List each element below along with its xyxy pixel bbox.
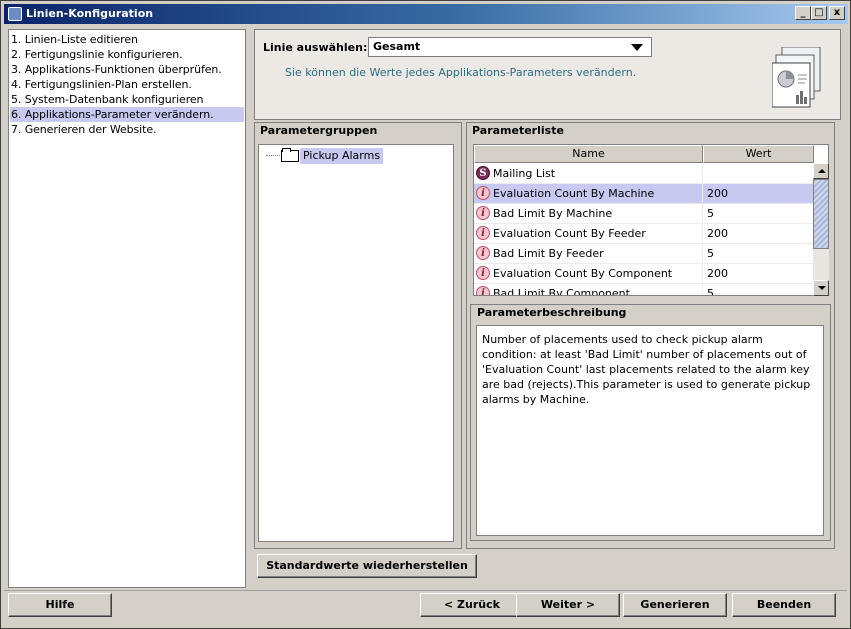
back-button[interactable]: < Zurück (420, 593, 524, 617)
wizard-steps-list: 1. Linien-Liste editieren 2. Fertigungsl… (8, 29, 246, 588)
info-icon: i (476, 226, 490, 240)
table-row[interactable]: i Evaluation Count By Feeder 200 (474, 224, 814, 244)
parameter-groups-tree: Pickup Alarms (258, 144, 454, 542)
table-row[interactable]: i Bad Limit By Component 5 (474, 284, 814, 296)
wizard-window: Linien-Konfiguration _ □ x 1. Linien-Lis… (0, 0, 851, 629)
info-icon: i (476, 186, 490, 200)
arrow-down-icon (818, 286, 826, 290)
next-button[interactable]: Weiter > (516, 593, 620, 617)
parameter-groups-title: Parametergruppen (258, 124, 380, 137)
step-item-5[interactable]: 5. System-Datenbank konfigurieren (10, 92, 244, 107)
parameter-name: Mailing List (493, 167, 556, 180)
minimize-button[interactable]: _ (795, 6, 811, 20)
parameter-name: Bad Limit By Feeder (493, 247, 604, 260)
parameter-value[interactable]: 200 (704, 264, 814, 284)
generate-button[interactable]: Generieren (623, 593, 727, 617)
arrow-up-icon (818, 169, 826, 173)
restore-defaults-button[interactable]: Standardwerte wiederherstellen (257, 554, 477, 578)
tree-node-pickup-alarms[interactable]: Pickup Alarms (300, 148, 384, 164)
app-icon (8, 7, 22, 21)
parameter-value[interactable]: 5 (704, 244, 814, 264)
line-select-value: Gesamt (373, 40, 421, 53)
parameter-value[interactable]: 200 (704, 224, 814, 244)
parameter-name: Evaluation Count By Machine (493, 187, 655, 200)
info-icon: i (476, 246, 490, 260)
parameter-description-text: Number of placements used to check picku… (476, 325, 824, 536)
scroll-up-button[interactable] (813, 163, 829, 179)
table-row[interactable]: S Mailing List (474, 164, 814, 184)
step-item-6[interactable]: 6. Applikations-Parameter verändern. (10, 107, 244, 122)
scroll-down-button[interactable] (813, 280, 829, 296)
settings-icon: S (476, 166, 490, 180)
column-header-name[interactable]: Name (474, 145, 703, 163)
step-item-3[interactable]: 3. Applikations-Funktionen überprüfen. (10, 62, 244, 77)
step-item-4[interactable]: 4. Fertigungslinien-Plan erstellen. (10, 77, 244, 92)
line-select-label: Linie auswählen: (263, 41, 368, 54)
parameter-list-title: Parameterliste (470, 124, 566, 137)
step-item-7[interactable]: 7. Generieren der Website. (10, 122, 244, 137)
info-icon: i (476, 266, 490, 280)
title-bar[interactable]: Linien-Konfiguration _ □ x (4, 4, 848, 24)
line-select-dropdown[interactable]: Gesamt (368, 37, 652, 57)
parameter-value[interactable]: 5 (704, 284, 814, 295)
parameter-value[interactable] (704, 164, 814, 184)
table-scrollbar[interactable] (813, 163, 829, 296)
parameter-table: Name Wert S Mailing List i Evaluation Coun… (473, 144, 829, 296)
table-row[interactable]: i Evaluation Count By Machine 200 (474, 184, 814, 204)
parameter-value[interactable]: 200 (704, 184, 814, 204)
help-button[interactable]: Hilfe (8, 593, 112, 617)
folder-icon (281, 148, 299, 162)
close-button[interactable]: x (829, 6, 845, 20)
scrollbar-thumb[interactable] (813, 179, 829, 249)
parameter-name: Bad Limit By Machine (493, 207, 613, 220)
parameter-value[interactable]: 5 (704, 204, 814, 224)
finish-button[interactable]: Beenden (732, 593, 836, 617)
tree-connector (266, 155, 282, 156)
parameter-description-title: Parameterbeschreibung (475, 306, 629, 319)
parameter-name: Bad Limit By Component (493, 287, 630, 296)
header-panel: Linie auswählen: Gesamt Sie können die W… (254, 29, 841, 120)
chevron-down-icon[interactable] (631, 44, 643, 51)
step-item-2[interactable]: 2. Fertigungslinie konfigurieren. (10, 47, 244, 62)
step-item-1[interactable]: 1. Linien-Liste editieren (10, 32, 244, 47)
info-icon: i (476, 286, 490, 295)
table-row[interactable]: i Bad Limit By Machine 5 (474, 204, 814, 224)
info-icon: i (476, 206, 490, 220)
report-chart-icon (772, 47, 821, 108)
parameter-name: Evaluation Count By Component (493, 267, 673, 280)
table-row[interactable]: i Bad Limit By Feeder 5 (474, 244, 814, 264)
table-row[interactable]: i Evaluation Count By Component 200 (474, 264, 814, 284)
maximize-button[interactable]: □ (811, 6, 827, 20)
window-title: Linien-Konfiguration (26, 7, 154, 20)
header-hint-text: Sie können die Werte jedes Applikations-… (285, 66, 637, 79)
column-header-value[interactable]: Wert (703, 145, 814, 163)
parameter-name: Evaluation Count By Feeder (493, 227, 646, 240)
